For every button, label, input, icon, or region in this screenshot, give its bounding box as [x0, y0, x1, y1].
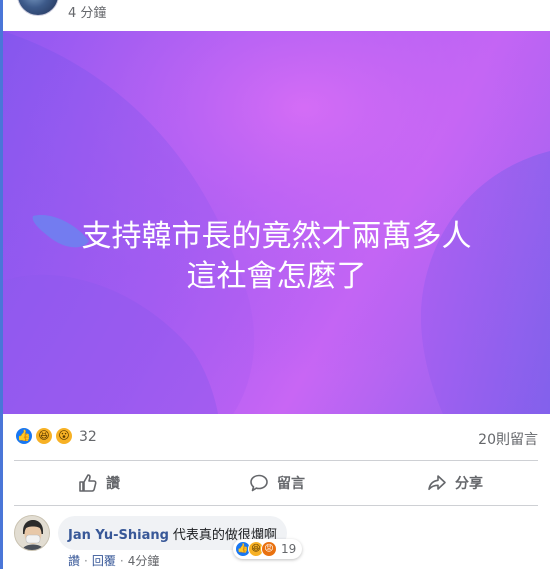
post-text: 支持韓市長的竟然才兩萬多人 這社會怎麼了: [3, 217, 550, 297]
action-bar: 讚 留言 分享: [0, 462, 550, 504]
share-button[interactable]: 分享: [370, 462, 540, 504]
commenter-name[interactable]: Jan Yu-Shiang: [68, 528, 169, 543]
comment-item: Jan Yu-Shiang 代表真的做很爛啊 👍 😆 😡 19 讚 · 回覆 · 4分鐘: [0, 510, 550, 569]
wow-icon[interactable]: 😮: [54, 426, 74, 446]
comment-timestamp[interactable]: 4分鐘: [128, 554, 160, 568]
author-avatar[interactable]: [17, 0, 59, 16]
post-text-line-2: 這社會怎麼了: [186, 259, 367, 294]
comment-bubble-icon: [250, 474, 268, 492]
comment-button-label: 留言: [277, 476, 305, 492]
comments-count-link[interactable]: 20則留言: [478, 429, 538, 449]
post-text-line-1: 支持韓市長的竟然才兩萬多人: [81, 219, 472, 254]
background-text-post[interactable]: 支持韓市長的竟然才兩萬多人 這社會怎麼了: [3, 31, 550, 414]
haha-icon[interactable]: 😆: [34, 426, 54, 446]
commenter-avatar[interactable]: [14, 515, 50, 551]
post-timestamp[interactable]: 4 分鐘: [68, 2, 106, 21]
separator-dot: ·: [84, 554, 88, 568]
like-button[interactable]: 讚: [14, 462, 184, 504]
divider-bottom: [14, 505, 538, 506]
share-button-label: 分享: [455, 476, 483, 492]
separator-dot: ·: [119, 554, 124, 568]
reactions-summary: 👍 😆 😮 32 20則留言: [0, 418, 550, 458]
comment-actions: 讚 · 回覆 · 4分鐘: [68, 552, 159, 569]
reaction-count[interactable]: 32: [79, 429, 97, 445]
comment-reply-link[interactable]: 回覆: [92, 554, 116, 568]
comment-button[interactable]: 留言: [192, 462, 362, 504]
like-button-label: 讚: [106, 476, 120, 492]
share-arrow-icon: [428, 475, 446, 491]
comment-like-link[interactable]: 讚: [68, 554, 80, 568]
post-header: 4 分鐘: [0, 0, 550, 30]
like-icon[interactable]: 👍: [14, 426, 34, 446]
thumbs-up-icon: [79, 474, 97, 492]
comment-reactions[interactable]: 👍 😆 😡 19: [233, 539, 303, 559]
post-card: 4 分鐘 支持韓市長的竟然才兩萬多人 這社會怎麼了 👍 😆 😮 32 20則留言…: [0, 0, 550, 569]
person-with-mask-icon: [15, 516, 49, 550]
comment-reaction-count: 19: [281, 542, 297, 556]
angry-icon: 😡: [261, 541, 277, 557]
divider-top: [14, 460, 538, 461]
